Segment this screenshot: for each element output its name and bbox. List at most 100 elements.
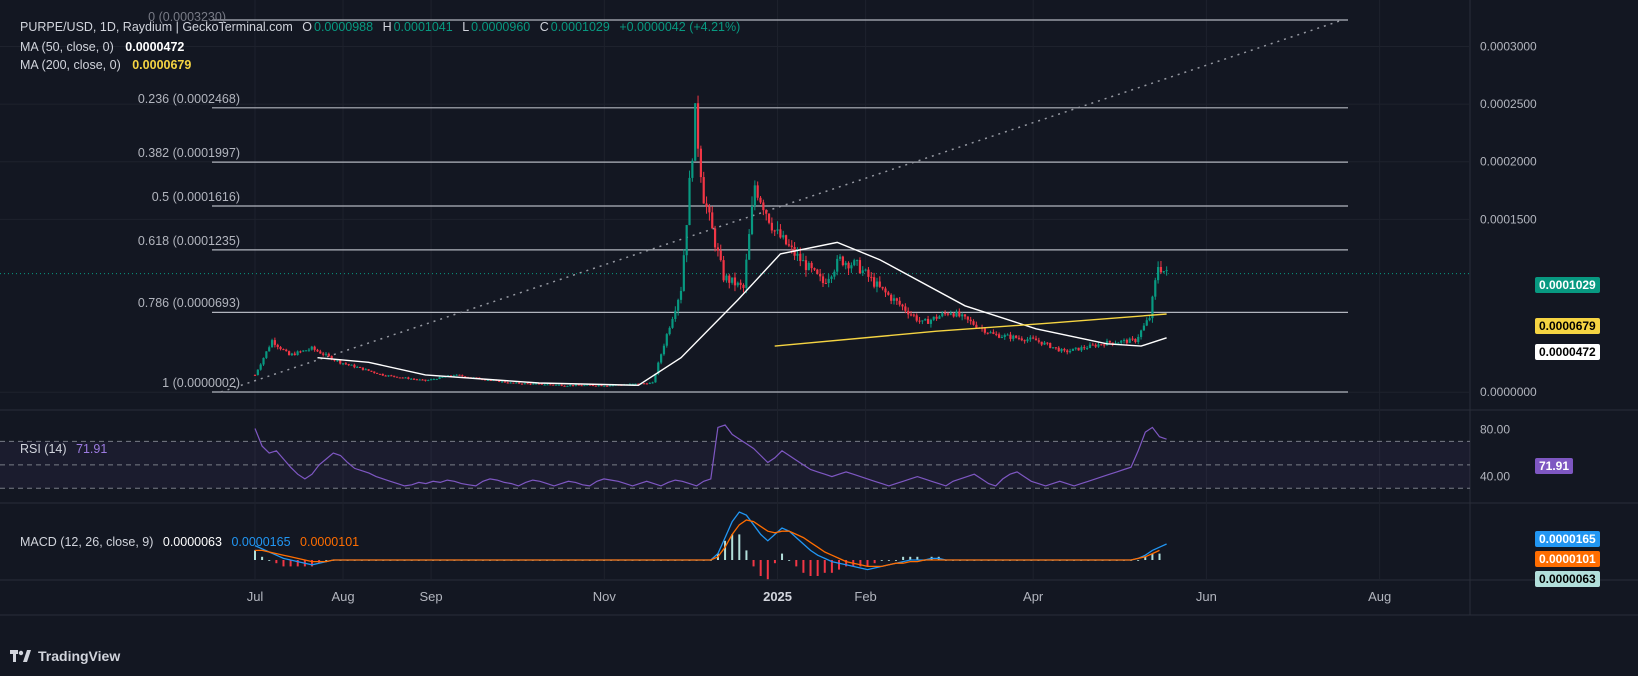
candle <box>435 379 438 381</box>
candle <box>361 367 365 370</box>
candle <box>830 276 833 279</box>
low-label: L <box>462 20 470 34</box>
macd-histogram-bar <box>724 540 727 560</box>
candle <box>421 379 424 381</box>
candle <box>819 273 822 277</box>
candle <box>736 282 739 286</box>
tradingview-logo[interactable]: TradingView <box>10 648 120 664</box>
candle <box>535 383 538 385</box>
candle <box>952 313 955 317</box>
candle <box>373 371 376 373</box>
macd-histogram-bar <box>738 534 741 560</box>
candle <box>1128 338 1131 343</box>
candle <box>765 210 768 214</box>
candle <box>719 250 722 261</box>
candle <box>412 378 416 380</box>
candle <box>384 375 387 377</box>
candle <box>1049 343 1052 348</box>
fib-label: 1 (0.0000002) <box>162 376 240 390</box>
macd-histogram-bar <box>894 560 897 561</box>
candle <box>958 311 961 317</box>
candle <box>367 369 370 371</box>
candle <box>753 185 756 207</box>
candle <box>285 349 288 352</box>
macd-histogram-bar <box>1137 560 1140 561</box>
macd-histogram-bar <box>838 560 841 570</box>
candle <box>1077 347 1080 351</box>
macd-histogram-bar <box>795 560 798 567</box>
candle <box>634 383 637 385</box>
candle <box>1020 338 1023 341</box>
candle <box>739 282 742 285</box>
candle <box>878 281 881 287</box>
candle <box>523 383 526 385</box>
macd-histogram-bar <box>752 560 755 567</box>
candle <box>518 382 521 384</box>
candle <box>756 185 759 198</box>
candle <box>358 366 362 368</box>
candle <box>961 314 964 317</box>
macd-histogram-bar <box>261 556 264 560</box>
candle <box>509 382 512 384</box>
macd-histogram-bar <box>809 560 812 576</box>
candle <box>1071 348 1075 351</box>
candle <box>268 347 271 352</box>
time-tick-label: Nov <box>593 589 617 604</box>
candle <box>1157 266 1160 281</box>
chart-canvas[interactable]: 0.0003000 0.0002500 0.0002000 0.0001500 0.00… <box>0 0 1638 676</box>
candle <box>762 202 765 211</box>
candle <box>563 385 566 387</box>
candle <box>926 318 930 324</box>
price-axis-area <box>1470 0 1638 615</box>
macd-histogram-bar <box>802 560 805 573</box>
ma200-label: MA (200, close, 0) <box>20 58 121 72</box>
candle <box>1074 347 1077 349</box>
time-tick-label: Jun <box>1196 589 1217 604</box>
candle <box>1134 338 1137 343</box>
candle <box>929 319 933 324</box>
candle <box>515 382 518 384</box>
candle <box>1023 340 1026 342</box>
candle <box>685 225 688 256</box>
macd-histogram-bar <box>887 560 890 561</box>
candle <box>370 370 373 372</box>
candle <box>606 385 609 387</box>
candle <box>1017 337 1021 339</box>
candle <box>790 245 793 247</box>
candle <box>855 260 859 262</box>
candle <box>591 385 595 387</box>
candle <box>1108 340 1111 343</box>
candle <box>583 385 586 387</box>
candle <box>319 351 322 354</box>
open-value: 0.0000988 <box>314 20 374 34</box>
candle <box>941 313 944 317</box>
rsi-tick-label: 80.00 <box>1480 423 1510 437</box>
candle <box>796 253 799 256</box>
macd-histogram-bar <box>289 560 292 567</box>
candle <box>722 260 725 281</box>
candle <box>836 258 839 272</box>
candle <box>1063 348 1066 351</box>
macd-line-value: 0.0000165 <box>231 535 291 549</box>
candle <box>1046 342 1049 344</box>
candle <box>946 313 950 315</box>
macd-signal-value: 0.0000101 <box>300 535 360 549</box>
candle <box>273 340 276 345</box>
fib-label: 0.382 (0.0001997) <box>137 146 240 161</box>
candle <box>963 314 967 317</box>
candle <box>1122 339 1126 341</box>
candle <box>395 376 399 378</box>
fib-label: 0.618 (0.0001235) <box>137 233 240 248</box>
candle <box>1142 325 1146 331</box>
candle <box>799 253 802 261</box>
candle <box>1088 344 1092 348</box>
candle <box>875 281 879 287</box>
candle <box>816 269 819 274</box>
candle <box>262 357 265 365</box>
candle <box>432 379 436 381</box>
candle <box>305 350 308 352</box>
candle <box>418 379 421 381</box>
candle <box>597 385 600 387</box>
candle <box>594 385 597 387</box>
candle <box>821 276 825 284</box>
